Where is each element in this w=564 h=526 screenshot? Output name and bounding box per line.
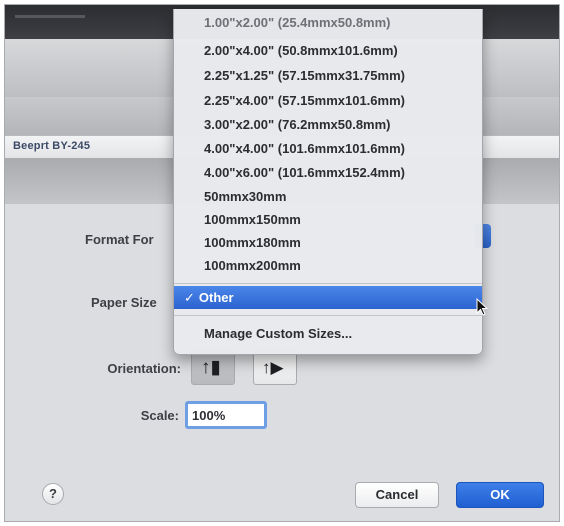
paper-size-menu: 1.00"x2.00" (25.4mmx50.8mm) 2.00"x4.00" … (173, 9, 483, 355)
title-bar-fragment (15, 15, 85, 18)
format-for-label: Format For (85, 232, 154, 247)
paper-size-option[interactable]: 100mmx200mm (174, 254, 482, 277)
paper-size-label: Paper Size (91, 295, 157, 310)
ok-button[interactable]: OK (456, 482, 544, 508)
paper-size-option-other[interactable]: ✓ Other (174, 286, 482, 309)
menu-separator (174, 283, 482, 284)
scale-label: Scale: (140, 408, 179, 423)
paper-size-option[interactable]: 4.00"x6.00" (101.6mmx152.4mm) (174, 161, 482, 184)
landscape-orientation-button[interactable]: ↑▶ (253, 351, 297, 385)
portrait-orientation-button[interactable]: ↑▮ (191, 351, 235, 385)
paper-size-option[interactable]: 2.25"x1.25" (57.15mmx31.75mm) (174, 64, 482, 87)
menu-separator (174, 315, 482, 316)
landscape-orientation-icon: ↑▶ (262, 358, 284, 377)
paper-size-option[interactable]: 2.00"x4.00" (50.8mmx101.6mm) (174, 39, 482, 62)
scale-input[interactable] (185, 401, 267, 429)
paper-size-option[interactable]: 100mmx180mm (174, 231, 482, 254)
photo-frame: Beeprt BY-245 Format For Paper Size Orie… (0, 0, 564, 526)
paper-size-option[interactable]: 1.00"x2.00" (25.4mmx50.8mm) (174, 11, 482, 34)
portrait-orientation-icon: ↑▮ (201, 357, 221, 378)
help-button[interactable]: ? (42, 483, 64, 505)
paper-size-option[interactable]: 50mmx30mm (174, 185, 482, 208)
paper-size-option[interactable]: 4.00"x4.00" (101.6mmx101.6mm) (174, 137, 482, 160)
printer-name: Beeprt BY-245 (13, 140, 91, 152)
paper-size-option[interactable]: 2.25"x4.00" (57.15mmx101.6mm) (174, 89, 482, 112)
manage-custom-sizes-item[interactable]: Manage Custom Sizes... (174, 322, 482, 345)
cancel-button[interactable]: Cancel (355, 482, 439, 508)
checkmark-icon: ✓ (184, 290, 195, 305)
paper-size-option[interactable]: 100mmx150mm (174, 208, 482, 231)
paper-size-option[interactable]: 3.00"x2.00" (76.2mmx50.8mm) (174, 113, 482, 136)
paper-size-option-label: Other (198, 290, 234, 305)
orientation-label: Orientation: (107, 361, 181, 376)
page-setup-window: Beeprt BY-245 Format For Paper Size Orie… (4, 4, 560, 522)
mouse-pointer-icon (476, 298, 489, 316)
